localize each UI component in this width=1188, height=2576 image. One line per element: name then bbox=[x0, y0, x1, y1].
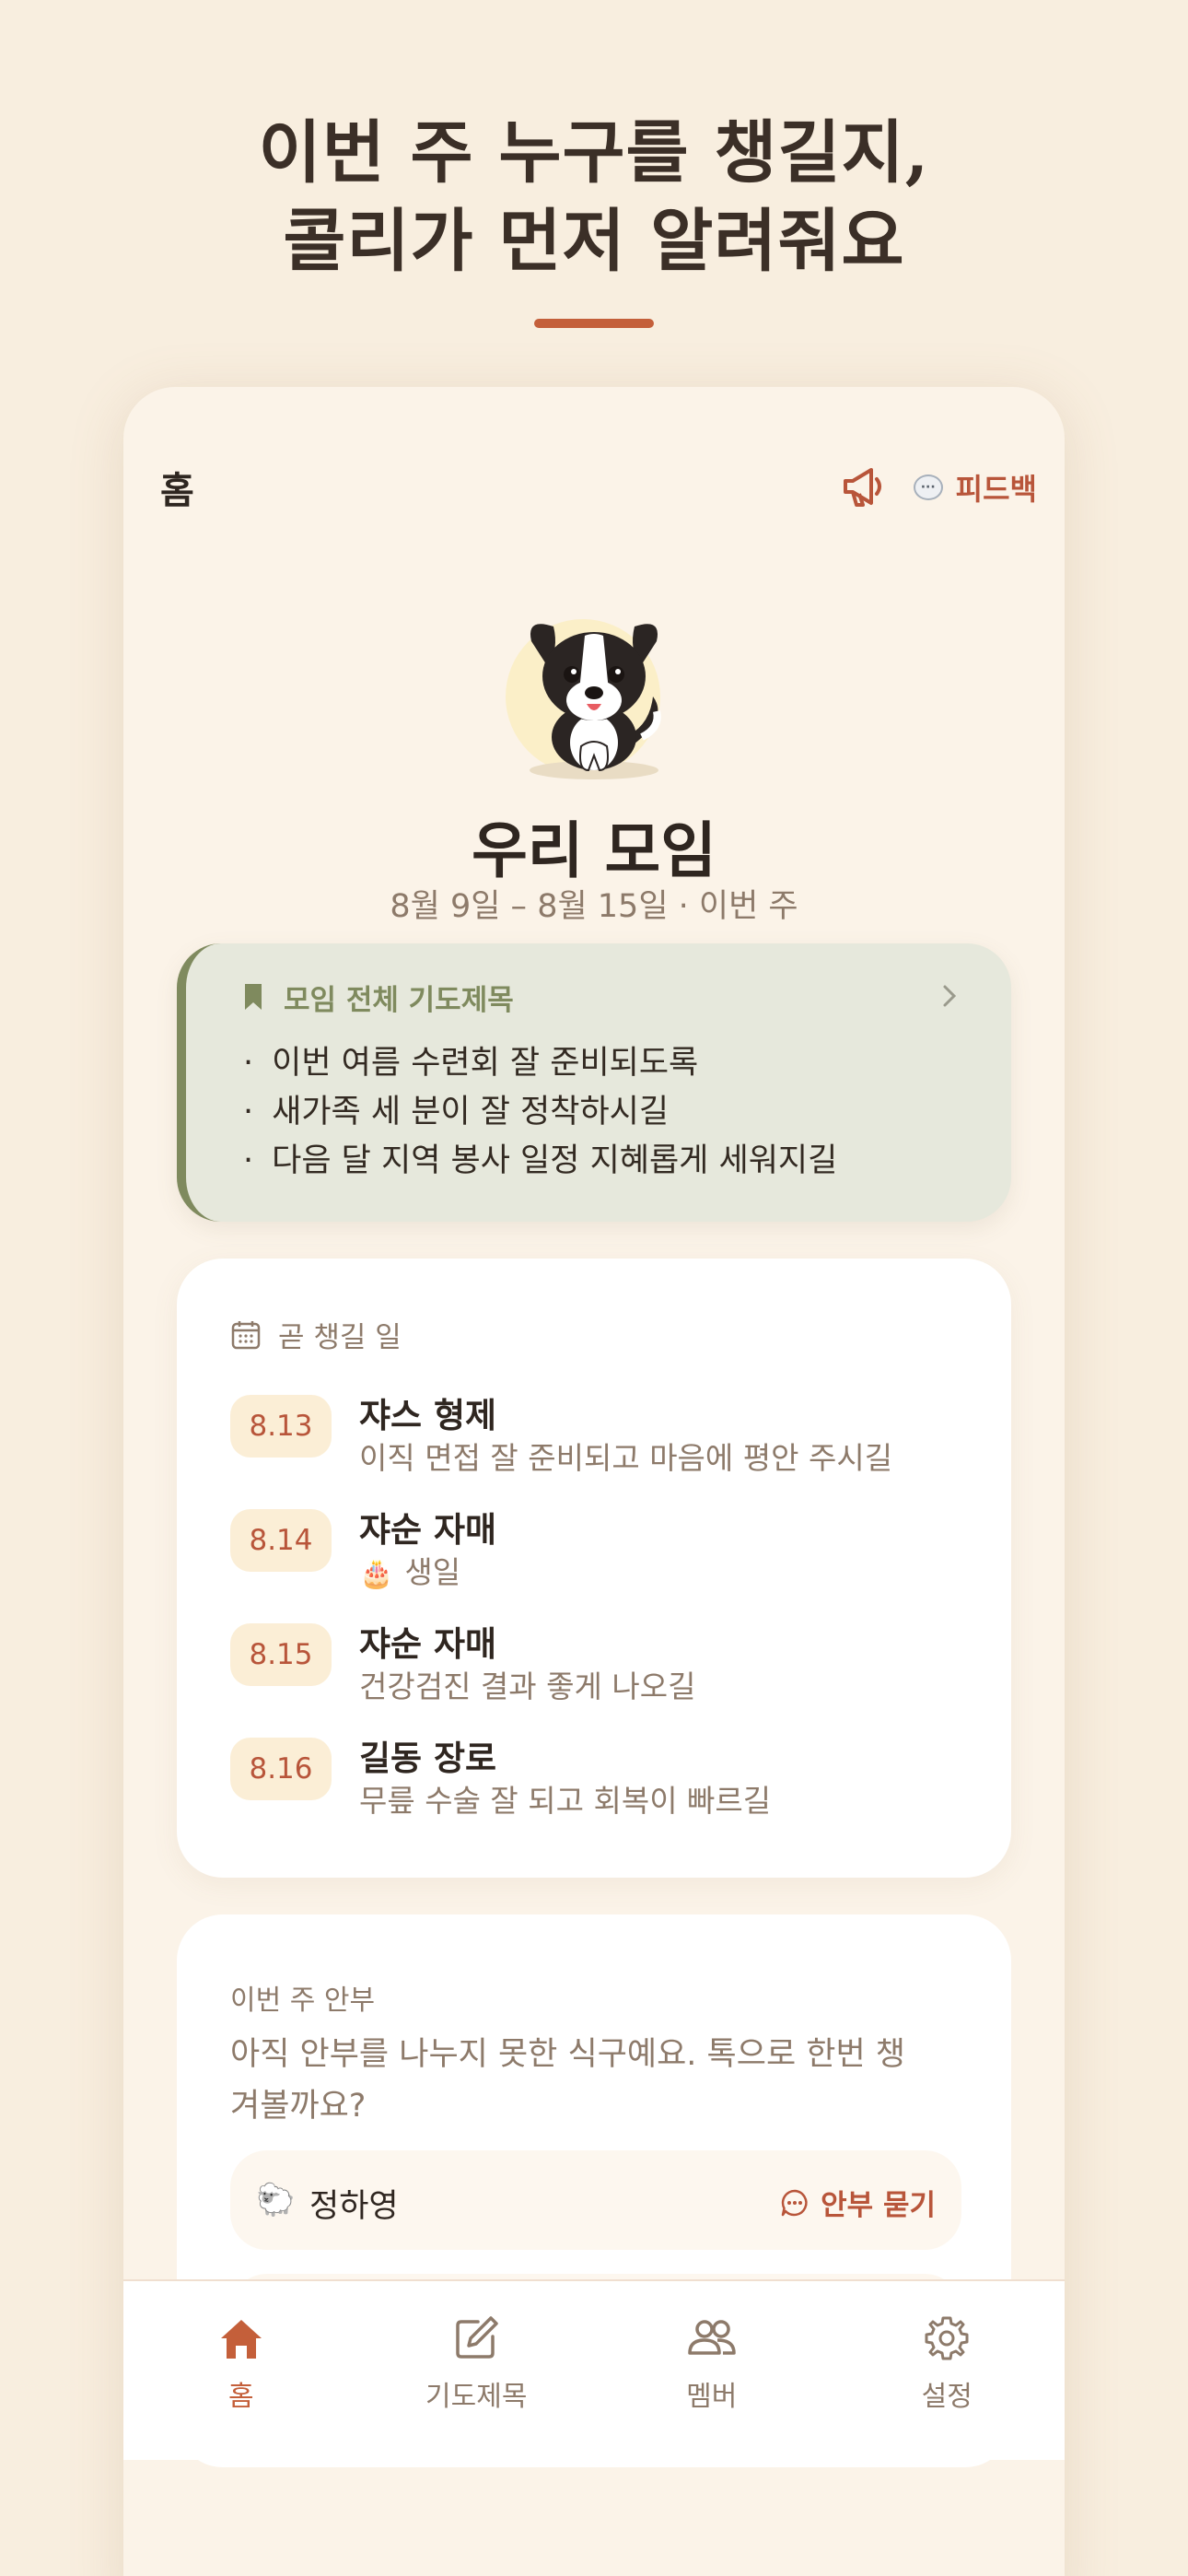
page-title: 홈 bbox=[160, 470, 194, 512]
week-date-range: 8월 9일 – 8월 15일 · 이번 주 bbox=[390, 888, 798, 925]
upcoming-header: 곧 챙길 일 bbox=[230, 1314, 402, 1355]
event-date-badge: 8.15 bbox=[230, 1623, 332, 1686]
headline-line-2: 콜리가 먼저 알려줘요 bbox=[283, 202, 905, 281]
bookmark-icon bbox=[245, 984, 262, 1010]
sheep-icon: 🐑 bbox=[256, 2182, 296, 2219]
list-item[interactable]: 8.15 쟈순 자매 건강검진 결과 좋게 나오길 bbox=[230, 1616, 974, 1730]
member-name: 정하영 bbox=[309, 2188, 399, 2225]
prayer-topics-header: 모임 전체 기도제목 bbox=[243, 978, 960, 1017]
tab-home-label: 홈 bbox=[227, 2381, 254, 2413]
upcoming-title: 곧 챙길 일 bbox=[278, 1321, 402, 1354]
greeting-label: 이번 주 안부 bbox=[230, 1985, 376, 2017]
event-person-name: 쟈순 자매 bbox=[359, 1624, 497, 1664]
tab-members-label: 멤버 bbox=[686, 2381, 738, 2413]
list-item[interactable]: 8.14 쟈순 자매 🎂 생일 bbox=[230, 1502, 974, 1616]
prayer-topic-item: · 이번 여름 수련회 잘 준비되도록 bbox=[243, 1045, 699, 1082]
marketing-headline: 이번 주 누구를 챙길지, 콜리가 먼저 알려줘요 bbox=[0, 109, 1188, 286]
upcoming-events-list: 8.13 쟈스 형제 이직 면접 잘 준비되고 마음에 평안 주시길 8.14 … bbox=[230, 1388, 974, 1844]
event-person-name: 길동 장로 bbox=[359, 1739, 497, 1778]
headline-underline bbox=[534, 319, 654, 328]
tab-settings-label: 설정 bbox=[921, 2381, 973, 2413]
tab-home[interactable]: 홈 bbox=[123, 2281, 359, 2460]
list-item[interactable]: 8.13 쟈스 형제 이직 면접 잘 준비되고 마음에 평안 주시길 bbox=[230, 1388, 974, 1502]
event-date-badge: 8.14 bbox=[230, 1509, 332, 1572]
event-note: 이직 면접 잘 준비되고 마음에 평안 주시길 bbox=[359, 1440, 893, 1476]
calendar-icon bbox=[231, 1320, 261, 1349]
ask-greeting-button[interactable]: 안부 묻기 bbox=[780, 2182, 936, 2223]
prayer-topic-item: · 다음 달 지역 봉사 일정 지혜롭게 세워지길 bbox=[243, 1142, 838, 1179]
megaphone-icon[interactable] bbox=[838, 461, 890, 512]
event-date-badge: 8.16 bbox=[230, 1738, 332, 1800]
event-person-name: 쟈순 자매 bbox=[359, 1510, 497, 1550]
tab-prayer-topics[interactable]: 기도제목 bbox=[359, 2281, 595, 2460]
group-prayer-topics-card[interactable]: 모임 전체 기도제목 · 이번 여름 수련회 잘 준비되도록 · 새가족 세 분… bbox=[177, 943, 1011, 1222]
members-icon bbox=[688, 2320, 736, 2355]
feedback-label: 피드백 bbox=[955, 472, 1037, 507]
chat-bubble-icon: ··· bbox=[913, 474, 943, 500]
event-person-name: 쟈스 형제 bbox=[359, 1396, 497, 1435]
upcoming-events-card: 곧 챙길 일 8.13 쟈스 형제 이직 면접 잘 준비되고 마음에 평안 주시… bbox=[177, 1259, 1011, 1878]
member-row: 🐑 정하영 안부 묻기 bbox=[230, 2150, 961, 2250]
edit-icon bbox=[456, 2316, 498, 2359]
prayer-topic-item: · 새가족 세 분이 잘 정착하시길 bbox=[243, 1094, 670, 1130]
event-note: 무릎 수술 잘 되고 회복이 빠르길 bbox=[359, 1783, 772, 1819]
chevron-right-icon[interactable] bbox=[939, 982, 960, 1010]
event-date-badge: 8.13 bbox=[230, 1395, 332, 1458]
greeting-description: 아직 안부를 나누지 못한 식구예요. 톡으로 한번 챙겨볼까요? bbox=[230, 2036, 906, 2125]
chat-icon bbox=[781, 2189, 808, 2216]
event-note: 건강검진 결과 좋게 나오길 bbox=[359, 1669, 696, 1704]
dog-mascot-illustration bbox=[506, 619, 661, 779]
prayer-topics-list: · 이번 여름 수련회 잘 준비되도록 · 새가족 세 분이 잘 정착하시길 ·… bbox=[243, 1039, 974, 1186]
tab-settings[interactable]: 설정 bbox=[830, 2281, 1066, 2460]
home-icon bbox=[220, 2320, 262, 2359]
feedback-button[interactable]: ··· 피드백 bbox=[913, 466, 1037, 509]
phone-frame: 홈 ··· 피드백 우리 모임 8월 9일 – 8월 15일 · 이번 주 모임… bbox=[123, 387, 1065, 2576]
list-item[interactable]: 8.16 길동 장로 무릎 수술 잘 되고 회복이 빠르길 bbox=[230, 1730, 974, 1844]
app-screen: 이번 주 누구를 챙길지, 콜리가 먼저 알려줘요 홈 ··· 피드백 우리 모… bbox=[0, 0, 1188, 2576]
top-bar: 홈 ··· 피드백 bbox=[160, 461, 1037, 516]
tab-prayer-topics-label: 기도제목 bbox=[425, 2381, 528, 2413]
prayer-topics-title: 모임 전체 기도제목 bbox=[284, 983, 514, 1017]
ask-greeting-label: 안부 묻기 bbox=[821, 2189, 936, 2222]
bottom-tab-bar: 홈 기도제목 멤버 설정 bbox=[123, 2279, 1065, 2460]
tab-members[interactable]: 멤버 bbox=[594, 2281, 830, 2460]
event-note: 🎂 생일 bbox=[359, 1554, 461, 1590]
gear-icon bbox=[925, 2316, 969, 2360]
headline-line-1: 이번 주 누구를 챙길지, bbox=[258, 113, 930, 193]
birthday-cake-icon: 🎂 bbox=[359, 1558, 394, 1590]
